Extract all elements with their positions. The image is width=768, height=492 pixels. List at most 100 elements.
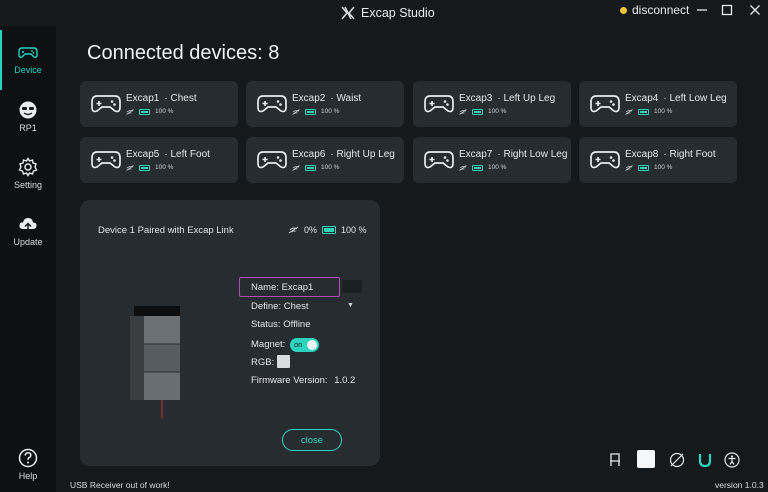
device-meta: 100 % <box>459 164 506 171</box>
battery-icon <box>638 108 649 115</box>
version-label: version 1.0.3 <box>715 480 764 490</box>
sidebar-item-label: RP1 <box>19 123 37 133</box>
magnet-toggle[interactable]: on <box>290 338 319 352</box>
maximize-icon <box>721 4 733 16</box>
sidebar-item-label: Device <box>14 65 42 75</box>
calibrate-tool-button[interactable] <box>668 451 686 469</box>
device-card[interactable]: Excap3 · Left Up Leg 100 % <box>413 81 571 127</box>
battery-value: 100 % <box>654 164 673 171</box>
define-select[interactable]: Define: Chest <box>251 301 309 312</box>
excap-logo-icon <box>341 6 355 20</box>
battery-icon <box>305 164 316 171</box>
device-body-part: · Left Low Leg <box>663 93 727 104</box>
signal-icon <box>625 108 633 115</box>
accessibility-tool-button[interactable] <box>723 451 741 469</box>
name-edit-box[interactable] <box>342 280 362 293</box>
battery-icon <box>472 164 483 171</box>
device-meta: 100 % <box>625 164 672 171</box>
gamepad-icon <box>590 151 620 169</box>
page-title: Connected devices: 8 <box>87 42 280 64</box>
accessibility-icon <box>724 452 740 468</box>
gamepad-icon <box>91 95 121 113</box>
device-id: Excap8 <box>625 149 659 160</box>
device-card[interactable]: Excap5 · Left Foot 100 % <box>80 137 238 183</box>
battery-value: 100 % <box>155 164 174 171</box>
device-card[interactable]: Excap2 · Waist 100 % <box>246 81 404 127</box>
toggle-knob <box>307 340 317 350</box>
device-name: Excap6 · Right Up Leg <box>292 149 395 160</box>
active-indicator <box>0 30 2 90</box>
minimize-icon <box>697 9 707 11</box>
magnet-icon <box>698 454 712 468</box>
gamepad-icon <box>18 47 38 58</box>
device-name: Excap2 · Waist <box>292 93 361 104</box>
device-id: Excap5 <box>126 149 160 160</box>
maximize-button[interactable] <box>718 2 736 18</box>
sidebar-item-rp1[interactable]: RP1 <box>0 100 56 150</box>
rgb-color-swatch[interactable] <box>277 355 290 368</box>
device-body-part: · Left Foot <box>164 149 210 160</box>
device-name: Excap1 · Chest <box>126 93 197 104</box>
connection-status[interactable]: disconnect <box>620 3 689 17</box>
battery-icon <box>139 164 150 171</box>
chevron-down-icon[interactable]: ▼ <box>347 302 354 309</box>
panel-title: Device 1 Paired with Excap Link <box>98 225 234 236</box>
battery-value: 100 % <box>155 108 174 115</box>
signal-icon <box>459 108 467 115</box>
signal-icon <box>292 108 300 115</box>
device-body-part: · Right Foot <box>663 149 716 160</box>
sidebar-item-device[interactable]: Device <box>0 30 56 92</box>
magnet-label: Magnet: <box>251 339 286 350</box>
device-body-part: · Waist <box>330 93 362 104</box>
name-field-value: Name: Excap1 <box>251 281 314 293</box>
sidebar-item-label: Help <box>18 471 38 481</box>
help-icon <box>18 448 38 468</box>
signal-value: 0% <box>304 225 318 235</box>
device-card[interactable]: Excap8 · Right Foot 100 % <box>579 137 737 183</box>
minimize-button[interactable] <box>693 2 711 18</box>
gamepad-icon <box>424 95 454 113</box>
device-card[interactable]: Excap1 · Chest 100 % <box>80 81 238 127</box>
battery-icon <box>139 108 150 115</box>
close-window-button[interactable] <box>746 2 764 18</box>
battery-value: 100 % <box>341 225 367 235</box>
magnet-tool-button[interactable] <box>696 451 714 469</box>
status-label: Status: Offline <box>251 319 311 330</box>
sidebar: Device RP1 Setting Update Help <box>0 26 56 492</box>
battery-value: 100 % <box>488 108 507 115</box>
sidebar-item-setting[interactable]: Setting <box>0 157 56 207</box>
device-id: Excap6 <box>292 149 326 160</box>
color-tool-button[interactable] <box>637 450 655 468</box>
status-dot-icon <box>620 6 627 14</box>
sidebar-item-label: Update <box>13 237 43 247</box>
app-title: Excap Studio <box>341 4 435 22</box>
close-button[interactable]: close <box>282 429 342 451</box>
sidebar-item-update[interactable]: Update <box>0 214 56 264</box>
name-field[interactable]: Name: Excap1 <box>239 277 340 297</box>
gamepad-icon <box>257 95 287 113</box>
firmware-label-text: Firmware Version: <box>251 375 328 386</box>
title-bar: Excap Studio disconnect <box>0 0 768 26</box>
device-body-part: · Chest <box>164 93 197 104</box>
device-name: Excap8 · Right Foot <box>625 149 716 160</box>
device-card[interactable]: Excap7 · Right Low Leg 100 % <box>413 137 571 183</box>
signal-icon <box>625 164 633 171</box>
gamepad-icon <box>590 95 620 113</box>
device-meta: 100 % <box>625 108 672 115</box>
chair-icon <box>610 453 620 466</box>
device-id: Excap4 <box>625 93 659 104</box>
sidebar-item-label: Setting <box>13 180 43 190</box>
gamepad-icon <box>257 151 287 169</box>
device-card[interactable]: Excap4 · Left Low Leg 100 % <box>579 81 737 127</box>
usb-status-message: USB Receiver out of work! <box>70 480 170 490</box>
sidebar-item-help[interactable]: Help <box>0 448 56 492</box>
chair-tool-button[interactable] <box>606 451 624 469</box>
face-icon <box>19 101 37 119</box>
device-card[interactable]: Excap6 · Right Up Leg 100 % <box>246 137 404 183</box>
cloud-upload-icon <box>19 218 37 232</box>
device-id: Excap3 <box>459 93 493 104</box>
close-icon <box>750 5 760 15</box>
rgb-label: RGB: <box>251 357 275 368</box>
connection-status-label: disconnect <box>632 3 690 17</box>
sensor-3d-model <box>130 306 180 418</box>
